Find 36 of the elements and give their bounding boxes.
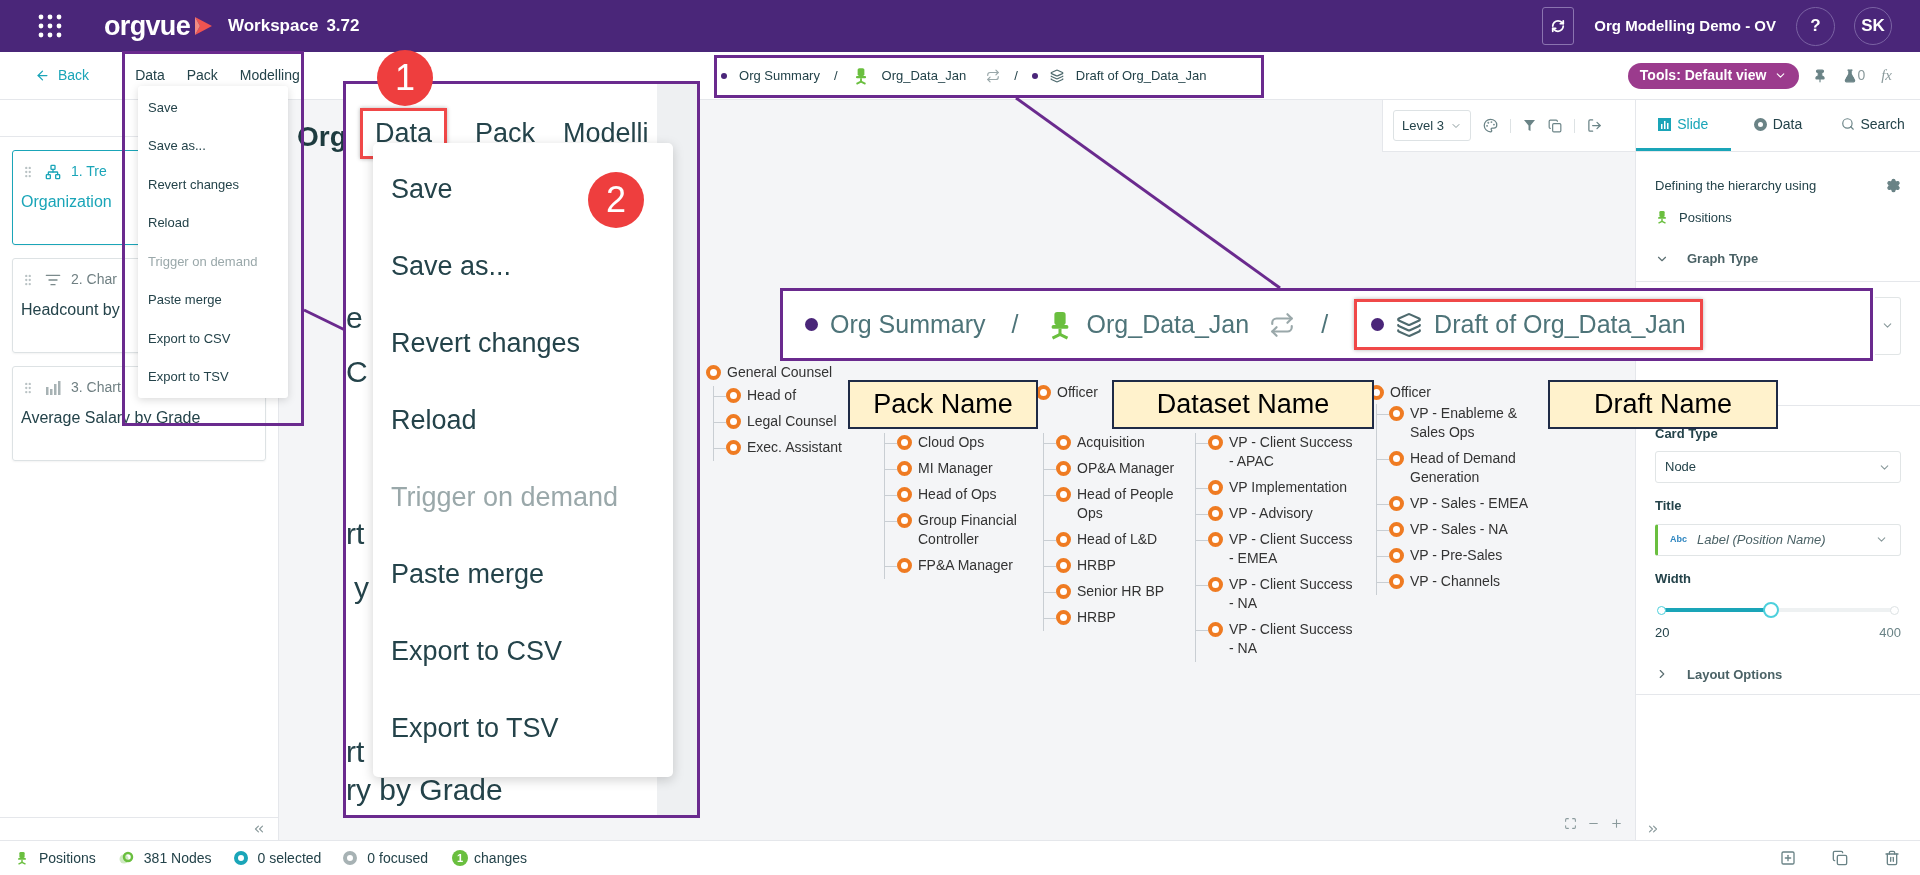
logo-text: orgvue bbox=[104, 12, 190, 40]
callout-label: Draft Name bbox=[1548, 380, 1778, 429]
text-fragment: rt bbox=[346, 734, 365, 770]
text-fragment: ry by Grade bbox=[346, 772, 503, 808]
text-fragment: C bbox=[346, 354, 368, 390]
status-hierarchy: Positions bbox=[39, 848, 96, 868]
path-separator: / bbox=[833, 66, 838, 85]
hierarchy-description: Defining the hierarchy using bbox=[1655, 177, 1817, 195]
change-count-badge: 1 bbox=[452, 850, 469, 866]
slide-number: 3. Chart bbox=[71, 378, 121, 397]
field-label: Title bbox=[1655, 497, 1683, 515]
slide-number: 1. Tre bbox=[71, 162, 107, 181]
hierarchy-name: Positions bbox=[1679, 208, 1732, 227]
slide-number: 2. Char bbox=[71, 270, 117, 289]
path-separator: / bbox=[1011, 308, 1019, 340]
workspace-title: Workspace bbox=[227, 15, 319, 38]
path-separator: / bbox=[1014, 66, 1018, 85]
slider-max: 400 bbox=[1879, 624, 1901, 642]
slider-min: 20 bbox=[1655, 624, 1670, 642]
field-label: Width bbox=[1655, 569, 1692, 588]
version-number: 3.72 bbox=[326, 15, 360, 38]
text-fragment: y bbox=[354, 570, 369, 606]
slide-title: Headcount by bbox=[21, 300, 120, 320]
status-nodes: 381 Nodes bbox=[143, 847, 212, 869]
title-value: Label (Position Name) bbox=[1697, 530, 1826, 549]
text-fragment: rt bbox=[346, 516, 365, 552]
callout-label: Dataset Name bbox=[1112, 380, 1374, 429]
callout-label: Pack Name bbox=[848, 380, 1038, 429]
text-type-label: Abc bbox=[1670, 532, 1687, 546]
path-separator: / bbox=[1321, 308, 1329, 340]
slide-title: Organization bbox=[21, 192, 112, 212]
status-selected: 0 selected bbox=[257, 848, 322, 868]
text-fragment: e bbox=[346, 300, 363, 336]
status-changes: changes bbox=[474, 848, 527, 868]
flask-count: 0 bbox=[1857, 66, 1866, 85]
status-focused: 0 focused bbox=[367, 848, 429, 868]
